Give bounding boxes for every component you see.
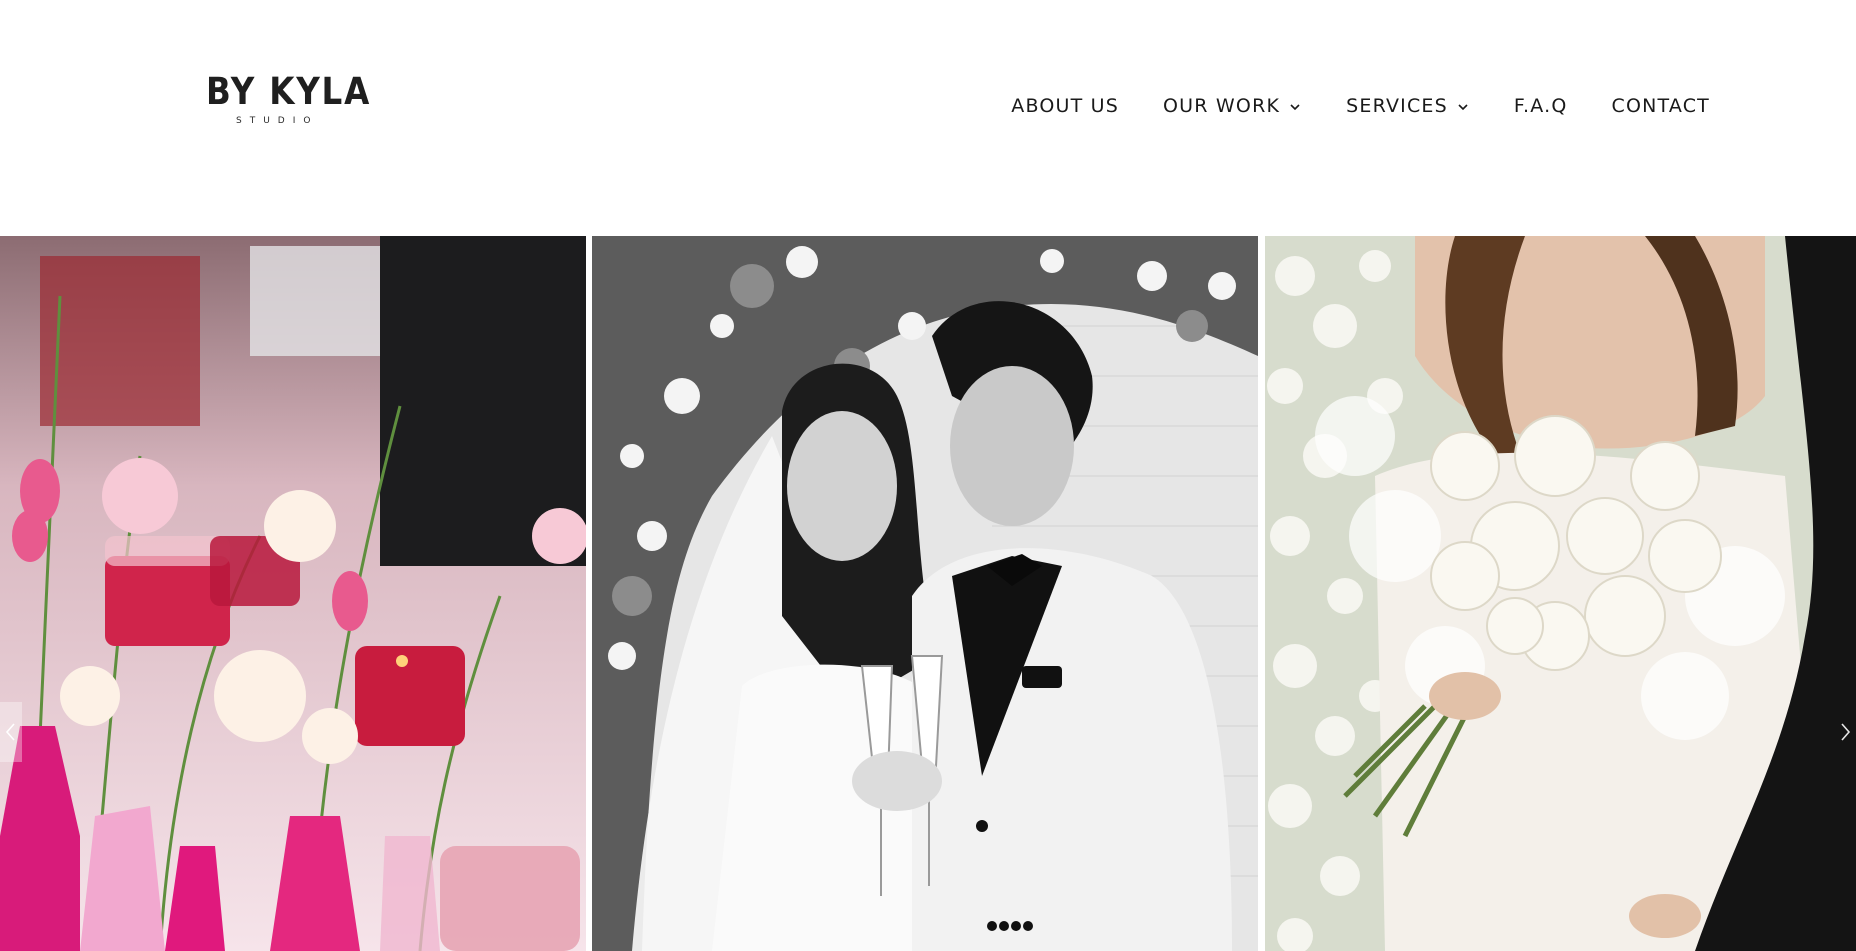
gallery-slide-flowers-candles[interactable] (0, 236, 586, 951)
chevron-down-icon (1290, 104, 1300, 111)
main-navigation: ABOUT US OUR WORK SERVICES F.A.Q CONTACT (1011, 92, 1710, 120)
brand-tagline: STUDIO (236, 116, 319, 126)
nav-item-our-work[interactable]: OUR WORK (1163, 95, 1302, 117)
gallery-prev-button[interactable] (0, 702, 22, 762)
brand-name: BY KYLA (206, 70, 372, 113)
flowers-candles-image (0, 236, 586, 951)
gallery-slide-bride-bouquet[interactable] (1265, 236, 1856, 951)
chevron-right-icon (1841, 723, 1851, 741)
nav-item-label: ABOUT US (1011, 95, 1120, 117)
nav-item-faq[interactable]: F.A.Q (1514, 95, 1568, 117)
gallery-slide-couple-champagne[interactable] (592, 236, 1258, 951)
nav-item-services[interactable]: SERVICES (1346, 95, 1470, 117)
nav-item-contact[interactable]: CONTACT (1611, 95, 1710, 117)
nav-item-label: SERVICES (1346, 95, 1448, 117)
site-header: BY KYLA STUDIO ABOUT US OUR WORK SERVICE… (0, 0, 1856, 236)
nav-item-label: F.A.Q (1513, 95, 1568, 117)
nav-item-label: CONTACT (1611, 95, 1710, 117)
chevron-left-icon (5, 723, 15, 741)
nav-item-label: OUR WORK (1163, 95, 1281, 117)
image-gallery-carousel (0, 236, 1856, 951)
chevron-down-icon (1458, 104, 1468, 111)
bride-bouquet-image (1265, 236, 1856, 951)
couple-champagne-image (592, 236, 1258, 951)
gallery-next-button[interactable] (1834, 702, 1856, 762)
nav-item-about-us[interactable]: ABOUT US (1011, 95, 1119, 117)
brand-logo[interactable]: BY KYLA STUDIO (206, 70, 372, 132)
